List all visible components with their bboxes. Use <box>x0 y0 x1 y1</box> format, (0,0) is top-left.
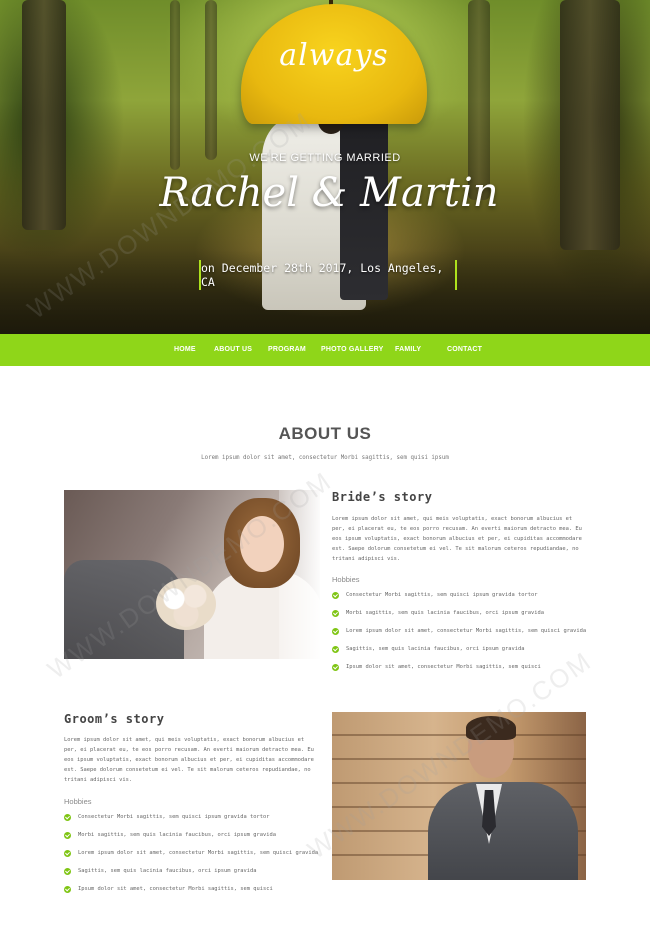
bouquet <box>156 578 216 630</box>
check-circle-icon <box>332 645 339 653</box>
list-item: Sagittis, sem quis lacinia faucibus, orc… <box>64 866 257 876</box>
couple-names: Rachel & Martin <box>159 170 499 216</box>
list-item: Lorem ipsum dolor sit amet, consectetur … <box>64 848 318 858</box>
list-item: Morbi sagittis, sem quis lacinia faucibu… <box>332 608 544 618</box>
list-item: Ipsum dolor sit amet, consectetur Morbi … <box>332 662 541 672</box>
bride-photo <box>64 490 320 659</box>
wedding-date: on December 28th 2017, Los Angeles, CA <box>201 261 444 289</box>
groom-story-text: Lorem ipsum dolor sit amet, qui meis vol… <box>64 737 314 783</box>
check-circle-icon <box>64 867 71 875</box>
groom-story-title: Groom’s story <box>64 712 165 726</box>
check-circle-icon <box>332 591 339 599</box>
list-item: Sagittis, sem quis lacinia faucibus, orc… <box>332 644 525 654</box>
tree-trunk <box>170 0 180 170</box>
list-item: Lorem ipsum dolor sit amet, consectetur … <box>332 626 586 636</box>
wood-plank <box>332 734 586 736</box>
tree-trunk <box>205 0 217 160</box>
list-item: Morbi sagittis, sem quis lacinia faucibu… <box>64 830 276 840</box>
groom-hair <box>466 716 516 740</box>
nav-item-home[interactable]: HOME <box>174 334 196 366</box>
list-item: Consectetur Morbi sagittis, sem quisci i… <box>64 812 269 822</box>
bride-story-title: Bride’s story <box>332 490 433 504</box>
check-circle-icon <box>64 885 71 893</box>
check-circle-icon <box>64 831 71 839</box>
nav-item-photo-gallery[interactable]: PHOTO GALLERY <box>321 334 384 366</box>
nav-item-about-us[interactable]: ABOUT US <box>214 334 252 366</box>
date-box: on December 28th 2017, Los Angeles, CA <box>199 260 457 290</box>
hero-banner: always WE'RE GETTING MARRIED Rachel & Ma… <box>0 0 650 334</box>
about-title: ABOUT US <box>278 424 372 443</box>
check-circle-icon <box>64 813 71 821</box>
list-item: Consectetur Morbi sagittis, sem quisci i… <box>332 590 537 600</box>
groom-suit <box>428 782 578 880</box>
about-subtitle: Lorem ipsum dolor sit amet, consectetur … <box>201 455 449 461</box>
groom-hobbies-label: Hobbies <box>64 797 92 806</box>
hero-tagline: WE'RE GETTING MARRIED <box>249 152 401 164</box>
wood-plank <box>332 782 586 784</box>
umbrella-text: always <box>279 38 389 73</box>
nav-item-family[interactable]: FAMILY <box>395 334 421 366</box>
list-item: Ipsum dolor sit amet, consectetur Morbi … <box>64 884 273 894</box>
check-circle-icon <box>332 663 339 671</box>
check-circle-icon <box>332 627 339 635</box>
check-circle-icon <box>64 849 71 857</box>
wood-plank <box>332 758 586 760</box>
bride-story-text: Lorem ipsum dolor sit amet, qui meis vol… <box>332 516 582 562</box>
nav-item-contact[interactable]: CONTACT <box>447 334 482 366</box>
nav-item-program[interactable]: PROGRAM <box>268 334 306 366</box>
check-circle-icon <box>332 609 339 617</box>
bride-face <box>240 516 284 572</box>
groom-photo <box>332 712 586 880</box>
main-nav: HOME ABOUT US PROGRAM PHOTO GALLERY FAMI… <box>0 334 650 366</box>
bride-hobbies-label: Hobbies <box>332 575 360 584</box>
